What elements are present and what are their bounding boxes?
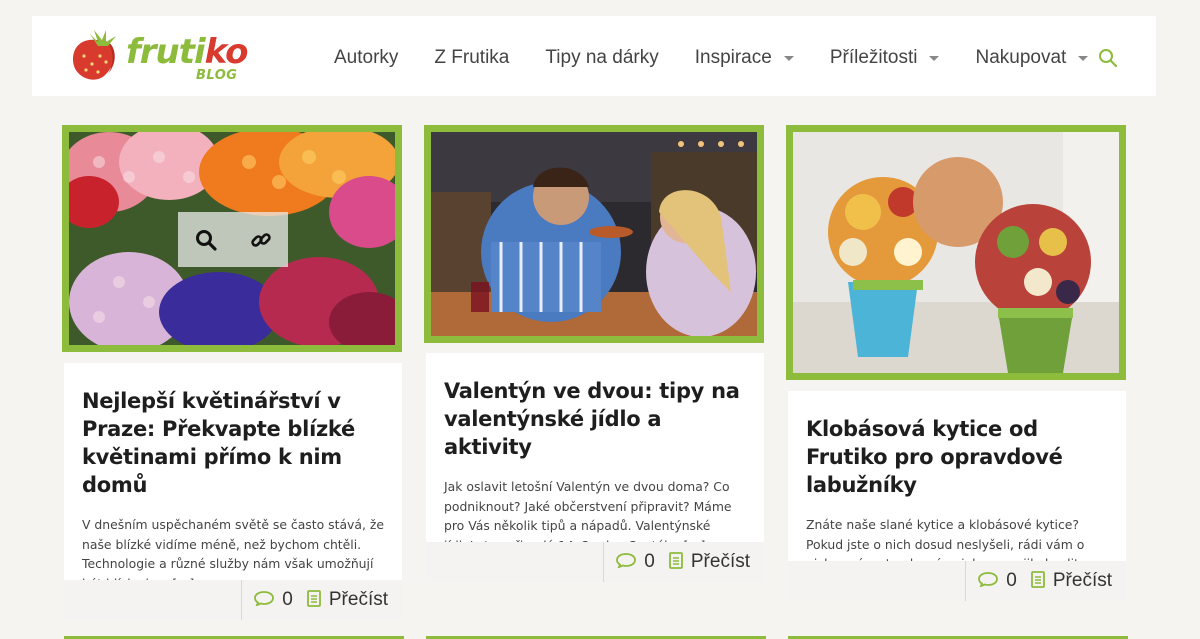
- comment-count[interactable]: 0: [282, 589, 293, 611]
- read-more-link[interactable]: Přečíst: [1053, 570, 1112, 592]
- nav-label: Autorky: [334, 47, 399, 68]
- comment-count[interactable]: 0: [644, 551, 655, 573]
- post-title[interactable]: Valentýn ve dvou: tipy na valentýnské jí…: [444, 377, 746, 461]
- site-header: frutiko BLOG Autorky Z Frutika Tipy na d…: [32, 16, 1156, 96]
- post-thumbnail[interactable]: [786, 125, 1126, 380]
- document-icon: [1030, 570, 1045, 592]
- strawberry-icon: [72, 30, 116, 80]
- nav-label: Nakupovat: [975, 47, 1067, 68]
- nav-label: Tipy na dárky: [545, 47, 659, 68]
- chevron-down-icon: [783, 55, 794, 61]
- post-footer: 0 Přečíst: [64, 580, 402, 620]
- post-body: Klobásová kytice od Frutiko pro opravdov…: [788, 391, 1126, 591]
- logo-text-ko: ko: [204, 32, 249, 72]
- nav-label: Z Frutika: [434, 47, 510, 68]
- read-more-link[interactable]: Přečíst: [329, 589, 388, 611]
- comment-count[interactable]: 0: [1006, 570, 1017, 592]
- post-body: Nejlepší květinářství v Praze: Překvapte…: [64, 363, 402, 591]
- post-meta: 0 Přečíst: [965, 561, 1112, 601]
- thumbnail-hover-actions: [178, 212, 288, 267]
- post-body: Valentýn ve dvou: tipy na valentýnské jí…: [426, 353, 764, 553]
- post-thumbnail[interactable]: [424, 125, 764, 343]
- nav-item-autorky[interactable]: Autorky: [334, 47, 398, 69]
- magnifier-icon: [195, 229, 217, 251]
- read-more-link[interactable]: Přečíst: [691, 551, 750, 573]
- sausage-bouquet-photo: [793, 132, 1119, 373]
- logo-subtitle: BLOG: [196, 68, 238, 83]
- post-title[interactable]: Klobásová kytice od Frutiko pro opravdov…: [806, 415, 1108, 499]
- post-title[interactable]: Nejlepší květinářství v Praze: Překvapte…: [82, 387, 384, 499]
- search-icon: [1099, 49, 1118, 68]
- logo-text-fruti: fruti: [126, 32, 206, 72]
- post-meta: 0 Přečíst: [603, 542, 750, 582]
- search-button[interactable]: [1098, 48, 1118, 68]
- comment-icon: [978, 571, 999, 591]
- nav-label: Příležitosti: [829, 47, 918, 68]
- site-logo[interactable]: frutiko BLOG: [68, 26, 258, 88]
- nav-item-tipy-na-darky[interactable]: Tipy na dárky: [545, 47, 658, 69]
- document-icon: [668, 551, 683, 573]
- comment-icon: [616, 552, 637, 572]
- comment-icon: [254, 590, 275, 610]
- nav-label: Inspirace: [694, 47, 772, 68]
- chevron-down-icon: [1078, 55, 1089, 61]
- permalink-button[interactable]: [233, 212, 288, 267]
- link-icon: [250, 232, 271, 247]
- zoom-button[interactable]: [178, 212, 233, 267]
- nav-item-prilezitosti[interactable]: Příležitosti: [830, 47, 940, 69]
- nav-item-nakupovat[interactable]: Nakupovat: [975, 47, 1089, 69]
- post-footer: 0 Přečíst: [426, 542, 764, 582]
- nav-item-z-frutika[interactable]: Z Frutika: [434, 47, 509, 69]
- nav-item-inspirace[interactable]: Inspirace: [695, 47, 794, 69]
- post-footer: 0 Přečíst: [788, 561, 1126, 601]
- logo-wordmark: frutiko: [126, 32, 249, 72]
- main-nav: Autorky Z Frutika Tipy na dárky Inspirac…: [334, 44, 1124, 72]
- post-thumbnail[interactable]: [62, 125, 402, 352]
- chevron-down-icon: [929, 55, 940, 61]
- post-meta: 0 Přečíst: [241, 580, 388, 620]
- couple-dinner-photo: [431, 132, 757, 336]
- document-icon: [306, 589, 321, 611]
